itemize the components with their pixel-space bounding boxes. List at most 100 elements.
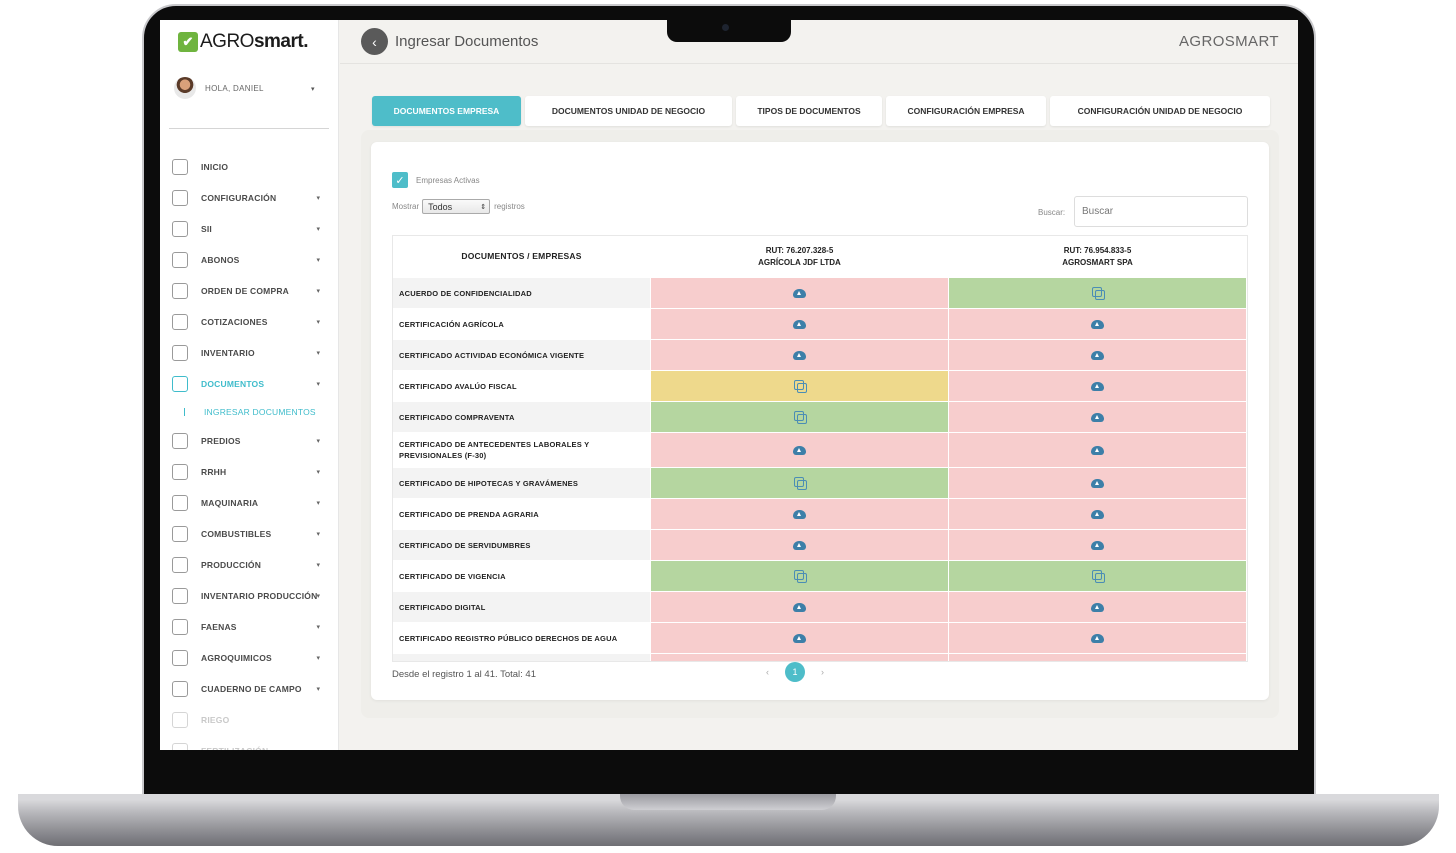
document-status-cell[interactable] [651, 468, 949, 499]
upload-cloud-icon [793, 540, 806, 550]
document-status-cell[interactable] [651, 530, 949, 561]
document-status-cell[interactable] [651, 561, 949, 592]
table-row: CERTIFICADO DE VIGENCIA [393, 561, 1247, 592]
sidebar-item-16[interactable]: AGROQUIMICOS ▾ [172, 642, 332, 673]
gear-icon [172, 189, 188, 206]
sidebar-nav: INICIO CONFIGURACIÓN ▾ SII ▾ ABONOS ▾ ORDEN DE … [172, 151, 332, 750]
tab-tipos-documentos[interactable]: TIPOS DE DOCUMENTOS [736, 96, 882, 126]
document-status-cell[interactable] [949, 371, 1247, 402]
upload-cloud-icon [793, 509, 806, 519]
sidebar-item-14[interactable]: INVENTARIO PRODUCCIÓN ▾ [172, 580, 332, 611]
document-status-cell[interactable] [949, 309, 1247, 340]
document-status-cell[interactable] [651, 592, 949, 623]
document-status-cell[interactable] [651, 499, 949, 530]
active-companies-checkbox[interactable]: ✓ [392, 172, 408, 188]
document-status-cell[interactable] [949, 623, 1247, 654]
sidebar-item-9[interactable]: PREDIOS ▾ [172, 425, 332, 456]
next-page-button[interactable]: › [821, 667, 824, 677]
sidebar-item-8[interactable]: INGRESAR DOCUMENTOS [172, 399, 332, 425]
page-button-1[interactable]: 1 [785, 662, 805, 682]
view-document-icon [793, 380, 807, 393]
document-status-cell[interactable] [949, 592, 1247, 623]
view-document-icon [793, 570, 807, 583]
calendar-icon [172, 649, 188, 666]
document-name: CERTIFICADO AVALÚO FISCAL [393, 371, 651, 402]
document-status-cell[interactable] [949, 499, 1247, 530]
document-status-cell[interactable] [949, 340, 1247, 371]
document-status-cell[interactable] [651, 340, 949, 371]
document-status-cell[interactable] [651, 402, 949, 433]
chevron-down-icon: ▾ [316, 561, 320, 569]
dashboard-icon [172, 158, 188, 175]
tab-configuracion-unidad-negocio[interactable]: CONFIGURACIÓN UNIDAD DE NEGOCIO [1050, 96, 1270, 126]
sidebar-item-17[interactable]: CUADERNO DE CAMPO ▾ [172, 673, 332, 704]
document-status-cell[interactable] [949, 402, 1247, 433]
tab-documentos-empresa[interactable]: DOCUMENTOS EMPRESA [372, 96, 521, 126]
chevron-down-icon: ▾ [316, 256, 320, 264]
back-button[interactable]: ‹ [361, 28, 388, 55]
upload-cloud-icon [1091, 540, 1104, 550]
header-documents[interactable]: DOCUMENTOS / EMPRESAS [393, 236, 651, 278]
document-name: CERTIFICADO COMPRAVENTA [393, 402, 651, 433]
tab-configuracion-empresa[interactable]: CONFIGURACIÓN EMPRESA [886, 96, 1046, 126]
sidebar-item-11[interactable]: MAQUINARIA ▾ [172, 487, 332, 518]
document-status-cell[interactable] [651, 309, 949, 340]
pagination: ‹ 1 › [766, 662, 824, 682]
page-length-control: Mostrar Todos ⇕ registros [392, 199, 525, 214]
sidebar-item-5[interactable]: COTIZACIONES ▾ [172, 306, 332, 337]
chevron-down-icon: ▾ [316, 592, 320, 600]
sidebar-item-10[interactable]: RRHH ▾ [172, 456, 332, 487]
header-company[interactable]: RUT: 76.954.833-5 AGROSMART SPA [949, 236, 1247, 278]
sidebar-item-18[interactable]: RIEGO [172, 704, 332, 735]
sidebar-item-3[interactable]: ABONOS ▾ [172, 244, 332, 275]
sidebar-item-2[interactable]: SII ▾ [172, 213, 332, 244]
document-status-cell[interactable] [651, 654, 949, 661]
table-row [393, 654, 1247, 661]
sidebar-item-12[interactable]: COMBUSTIBLES ▾ [172, 518, 332, 549]
document-status-cell[interactable] [651, 433, 949, 468]
document-status-cell[interactable] [949, 468, 1247, 499]
document-status-cell[interactable] [651, 371, 949, 402]
upload-cloud-icon [1091, 478, 1104, 488]
document-status-cell[interactable] [949, 654, 1247, 661]
chevron-down-icon[interactable]: ▾ [311, 85, 315, 93]
tab-documentos-unidad-negocio[interactable]: DOCUMENTOS UNIDAD DE NEGOCIO [525, 96, 732, 126]
document-status-cell[interactable] [651, 623, 949, 654]
header-company[interactable]: RUT: 76.207.328-5 AGRÍCOLA JDF LTDA [651, 236, 949, 278]
chevron-down-icon: ▾ [316, 499, 320, 507]
sidebar-item-6[interactable]: INVENTARIO ▾ [172, 337, 332, 368]
document-name: CERTIFICADO DE HIPOTECAS Y GRAVÁMENES [393, 468, 651, 499]
cart-icon [172, 282, 188, 299]
sidebar-item-19[interactable]: FERTILIZACIÓN [172, 735, 332, 750]
table-row: ACUERDO DE CONFIDENCIALIDAD [393, 278, 1247, 309]
sidebar-item-label: CONFIGURACIÓN [201, 192, 277, 203]
upload-cloud-icon [793, 350, 806, 360]
user-menu[interactable]: HOLA, DANIEL [174, 77, 264, 99]
sidebar-item-7[interactable]: DOCUMENTOS ▾ [172, 368, 332, 399]
tab-bar: DOCUMENTOS EMPRESA DOCUMENTOS UNIDAD DE … [372, 96, 1270, 126]
chevron-down-icon: ▾ [316, 530, 320, 538]
search-input[interactable]: Buscar [1074, 196, 1248, 227]
page-title: Ingresar Documentos [395, 33, 539, 50]
upload-cloud-icon [793, 319, 806, 329]
sidebar-item-0[interactable]: INICIO [172, 151, 332, 182]
document-status-cell[interactable] [949, 278, 1247, 309]
prev-page-button[interactable]: ‹ [766, 667, 769, 677]
document-status-cell[interactable] [949, 530, 1247, 561]
table-row: CERTIFICADO DIGITAL [393, 592, 1247, 623]
sidebar-item-1[interactable]: CONFIGURACIÓN ▾ [172, 182, 332, 213]
sidebar-item-4[interactable]: ORDEN DE COMPRA ▾ [172, 275, 332, 306]
view-document-icon [1091, 570, 1105, 583]
sidebar-item-13[interactable]: PRODUCCIÓN ▾ [172, 549, 332, 580]
company-name: AGROSMART SPA [1062, 257, 1133, 267]
sidebar-item-15[interactable]: FAENAS ▾ [172, 611, 332, 642]
page-length-select[interactable]: Todos ⇕ [422, 199, 491, 214]
view-document-icon [1091, 287, 1105, 300]
logo[interactable]: ✔ AGROsmart. [178, 30, 308, 54]
document-status-cell[interactable] [949, 561, 1247, 592]
document-status-cell[interactable] [949, 433, 1247, 468]
avatar [174, 77, 196, 99]
table-row: CERTIFICADO DE HIPOTECAS Y GRAVÁMENES [393, 468, 1247, 499]
sidebar-item-label: FERTILIZACIÓN [201, 746, 268, 751]
document-status-cell[interactable] [651, 278, 949, 309]
